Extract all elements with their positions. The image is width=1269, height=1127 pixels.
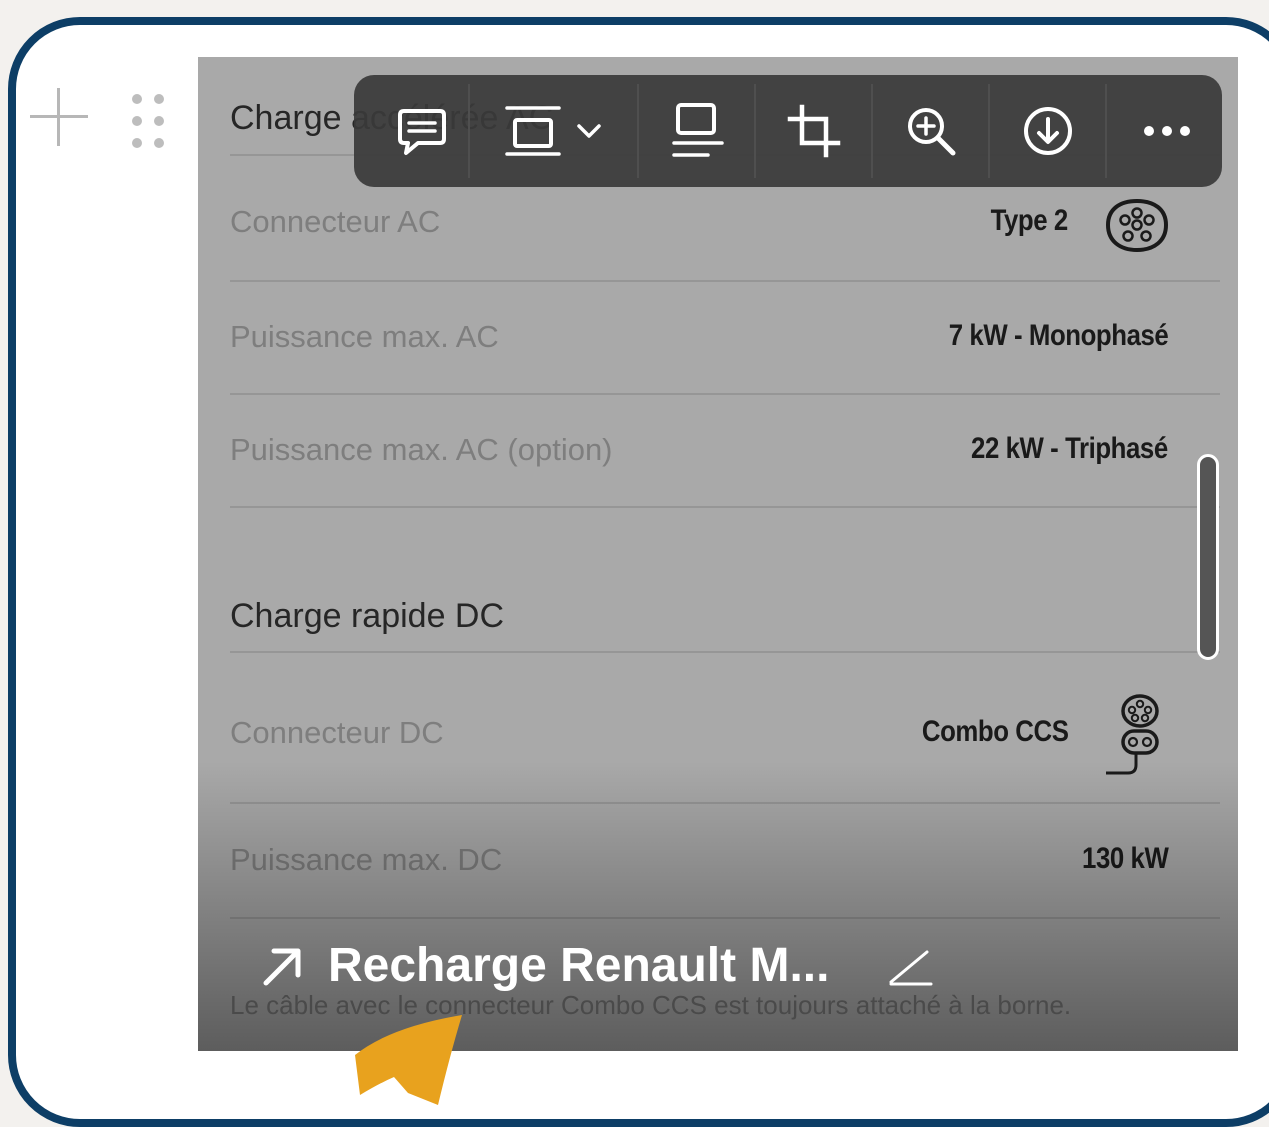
download-button[interactable] [1000, 75, 1096, 187]
comment-button[interactable] [374, 75, 470, 187]
crop-button[interactable] [766, 75, 862, 187]
download-icon [1024, 107, 1072, 155]
divider [230, 917, 1220, 919]
zoom-button[interactable] [883, 75, 979, 187]
combo-ccs-connector-icon [1106, 694, 1159, 775]
row-connecteur-dc: Connecteur DC Combo CCS [230, 715, 1220, 775]
row-label: Puissance max. AC [230, 319, 499, 354]
embed-scrollbar[interactable] [1197, 454, 1219, 660]
pencil-icon[interactable] [887, 942, 933, 988]
row-value: 7 kW - Monophasé [948, 319, 1168, 352]
divider [230, 651, 1220, 653]
caption-button[interactable] [650, 75, 746, 187]
image-toolbar [354, 75, 1222, 187]
more-button[interactable] [1119, 75, 1215, 187]
row-puissance-dc: Puissance max. DC 130 kW [230, 842, 1220, 902]
toolbar-separator [988, 84, 990, 178]
divider [230, 280, 1220, 282]
external-link-arrow-icon [263, 948, 301, 986]
divider [230, 393, 1220, 395]
chevron-down-icon [577, 124, 601, 138]
toolbar-separator [468, 84, 470, 178]
comment-icon [398, 109, 446, 155]
embed-display-icon [505, 106, 601, 156]
toolbar-separator [871, 84, 873, 178]
row-value: Type 2 [990, 204, 1069, 237]
drag-handle-icon[interactable] [130, 90, 170, 150]
section-title-dc: Charge rapide DC [230, 597, 505, 635]
toolbar-separator [637, 84, 639, 178]
row-label: Connecteur AC [230, 204, 441, 239]
toolbar-separator [1105, 84, 1107, 178]
toolbar-separator [754, 84, 756, 178]
row-puissance-ac: Puissance max. AC 7 kW - Monophasé [230, 319, 1220, 379]
divider [230, 506, 1220, 508]
display-mode-dropdown[interactable] [488, 75, 618, 187]
embed-link-title[interactable]: Recharge Renault M... [328, 938, 829, 993]
row-label: Puissance max. AC (option) [230, 432, 613, 467]
pointer-arrow-icon [355, 1015, 462, 1105]
crop-icon [787, 104, 841, 158]
caption-icon [672, 103, 724, 157]
type2-connector-icon [1105, 198, 1169, 253]
add-block-icon[interactable] [30, 88, 88, 146]
row-label: Puissance max. DC [230, 842, 503, 877]
divider [230, 802, 1220, 804]
row-label: Connecteur DC [230, 715, 444, 750]
zoom-in-icon [908, 108, 956, 156]
row-value: 130 kW [1081, 842, 1169, 875]
embed-preview[interactable]: Charge accélérée AC Connecteur AC Type 2… [198, 57, 1238, 1051]
row-value: Combo CCS [921, 715, 1068, 748]
embed-link-bar[interactable]: Recharge Renault M... [258, 930, 933, 1000]
row-puissance-ac-option: Puissance max. AC (option) 22 kW - Triph… [230, 432, 1220, 492]
row-connecteur-ac: Connecteur AC Type 2 [230, 204, 1220, 264]
row-value: 22 kW - Triphasé [971, 432, 1168, 465]
more-icon [1144, 126, 1190, 136]
